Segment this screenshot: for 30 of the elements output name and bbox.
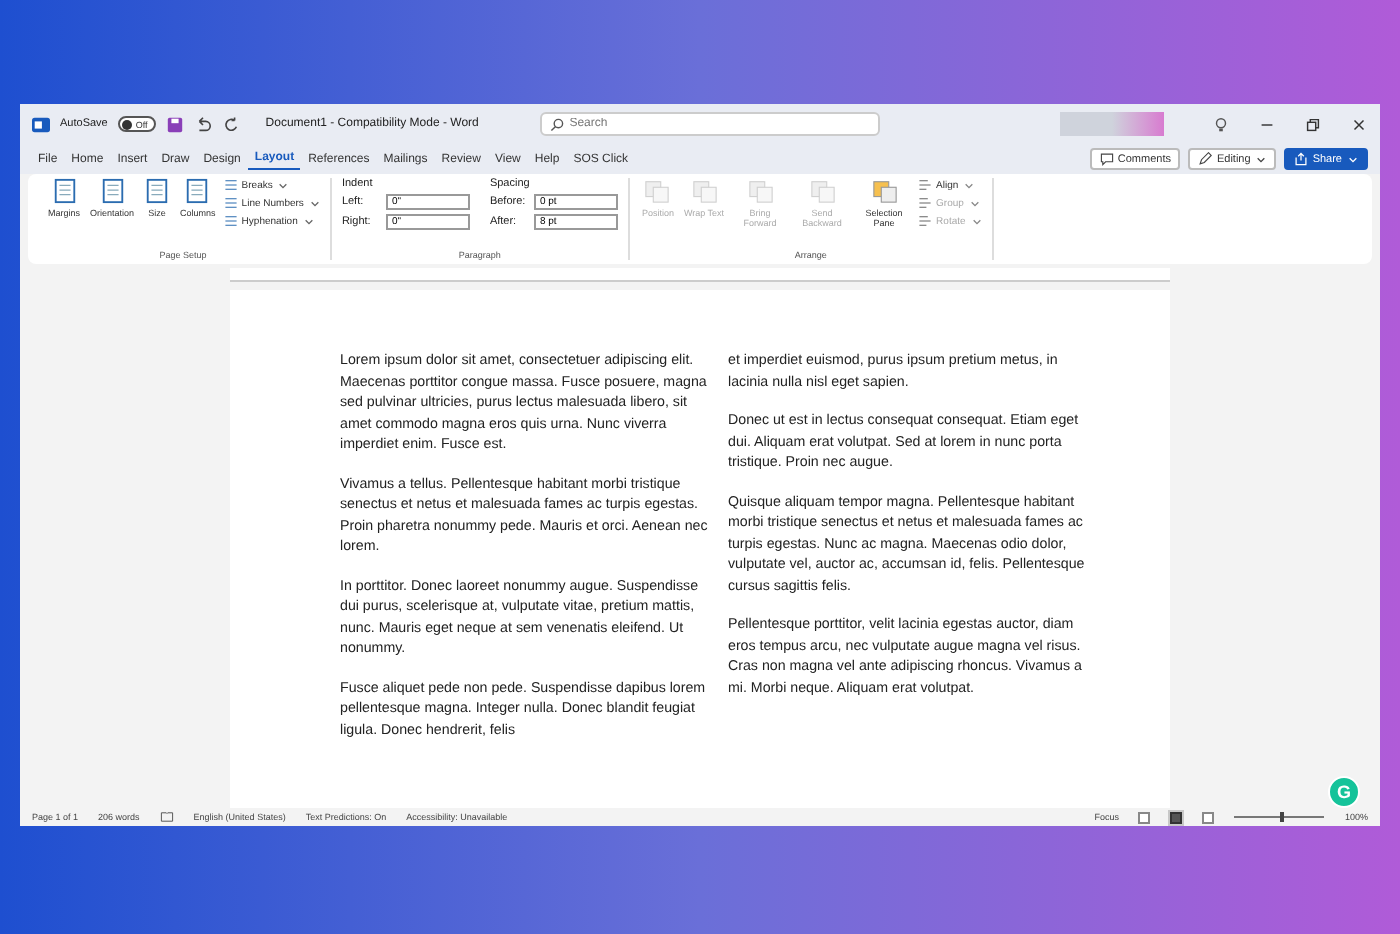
view-mode-icon[interactable]	[1138, 811, 1151, 823]
save-icon[interactable]	[165, 115, 184, 133]
layers-icon	[644, 178, 671, 204]
layers-icon	[809, 178, 836, 204]
caret-icon	[1256, 155, 1267, 163]
caret-icon	[1348, 155, 1358, 163]
search-icon	[549, 117, 564, 131]
view-mode-icon[interactable]	[1202, 811, 1215, 823]
close-icon[interactable]	[1350, 115, 1368, 133]
caret-icon	[278, 181, 289, 189]
restore-icon[interactable]	[1304, 115, 1322, 133]
lines-icon	[918, 178, 933, 192]
lines-icon	[223, 178, 238, 192]
zoom-slider-thumb[interactable]	[1279, 812, 1284, 823]
word-app-icon	[32, 115, 50, 133]
layers-icon	[691, 178, 717, 204]
lines-icon	[918, 214, 933, 228]
redo-icon[interactable]	[221, 115, 240, 133]
lines-icon	[918, 196, 933, 210]
undo-icon[interactable]	[193, 115, 212, 133]
lightbulb-icon[interactable]	[1212, 115, 1230, 133]
pencil-icon	[1198, 152, 1213, 166]
share-icon	[1294, 152, 1309, 166]
book-icon[interactable]	[159, 810, 174, 824]
view-mode-icon[interactable]	[1170, 811, 1183, 823]
lines-icon	[223, 214, 238, 228]
layers-icon	[747, 178, 774, 204]
layers-icon	[871, 178, 898, 204]
lines-icon	[223, 196, 238, 210]
comment-icon	[1099, 152, 1114, 166]
